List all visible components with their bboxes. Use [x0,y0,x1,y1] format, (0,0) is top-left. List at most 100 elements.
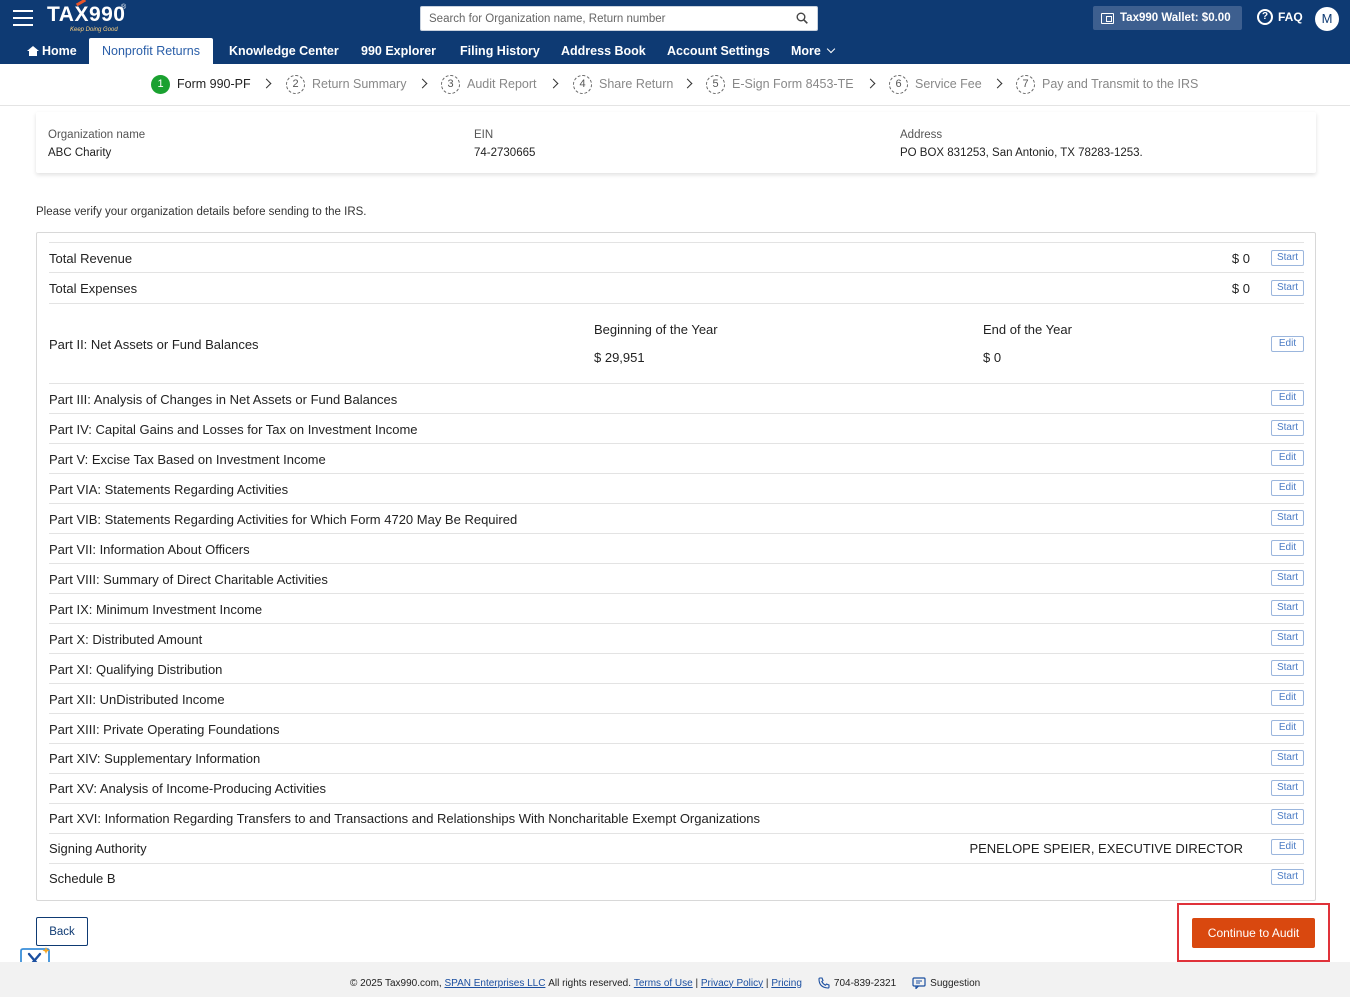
phone-number[interactable]: 704-839-2321 [834,978,896,989]
row-part-via: Part VIA: Statements Regarding Activitie… [49,474,1304,504]
row-part-iv: Part IV: Capital Gains and Losses for Ta… [49,414,1304,444]
nav-home[interactable]: Home [27,38,77,64]
row-part-vib: Part VIB: Statements Regarding Activitie… [49,504,1304,534]
wallet-button[interactable]: Tax990 Wallet: $0.00 [1093,6,1242,30]
progress-stepper: 1 Form 990-PF 2 Return Summary 3 Audit Repo… [0,64,1350,106]
pricing-link[interactable]: Pricing [771,978,802,989]
continue-to-audit-button[interactable]: Continue to Audit [1192,918,1315,948]
edit-button[interactable]: Edit [1271,540,1304,556]
home-icon [27,46,39,56]
wallet-label: Tax990 Wallet: $0.00 [1120,12,1231,24]
step-service-fee[interactable]: 6 Service Fee [889,74,982,94]
row-part-viii: Part VIII: Summary of Direct Charitable … [49,564,1304,594]
row-part-xii: Part XII: UnDistributed Income Edit [49,684,1304,714]
row-part-ix: Part IX: Minimum Investment Income Start [49,594,1304,624]
continue-highlight: Continue to Audit [1177,903,1330,962]
chevron-right-icon [682,78,693,89]
phone-icon [818,977,830,989]
nav-address-book[interactable]: Address Book [561,38,646,64]
nav-more[interactable]: More [791,38,836,64]
search-box [420,6,818,31]
start-button[interactable]: Start [1271,250,1304,266]
end-year-header: End of the Year [983,322,1072,337]
terms-link[interactable]: Terms of Use [634,978,693,989]
step-pay-transmit[interactable]: 7 Pay and Transmit to the IRS [1016,74,1198,94]
org-address-field: Address PO BOX 831253, San Antonio, TX 7… [900,129,1143,159]
faq-label: FAQ [1278,10,1303,24]
step-esign-8453te[interactable]: 5 E-Sign Form 8453-TE [706,74,854,94]
edit-button[interactable]: Edit [1271,839,1304,855]
search-icon[interactable] [796,12,808,24]
step-share-return[interactable]: 4 Share Return [573,74,673,94]
row-part-v: Part V: Excise Tax Based on Investment I… [49,444,1304,474]
nav-account-settings[interactable]: Account Settings [667,38,770,64]
row-part-xv: Part XV: Analysis of Income-Producing Ac… [49,774,1304,804]
start-button[interactable]: Start [1271,750,1304,766]
back-button[interactable]: Back [36,917,88,946]
row-part-x: Part X: Distributed Amount Start [49,624,1304,654]
edit-button[interactable]: Edit [1271,336,1304,352]
menu-icon[interactable] [13,10,33,26]
search-input[interactable] [421,7,781,30]
faq-button[interactable]: ? FAQ [1257,9,1303,25]
edit-button[interactable]: Edit [1271,720,1304,736]
verify-note: Please verify your organization details … [36,206,367,218]
chevron-down-icon [826,44,836,54]
chevron-right-icon [417,78,428,89]
end-year-value: $ 0 [983,350,1002,365]
main-nav: Home Nonprofit Returns Knowledge Center … [0,38,1350,64]
nav-990-explorer[interactable]: 990 Explorer [361,38,436,64]
org-ein-field: EIN 74-2730665 [474,129,536,159]
row-schedule-b: Schedule B Start [49,864,1304,894]
organization-card: Organization name ABC Charity EIN 74-273… [36,112,1316,173]
nav-knowledge-center[interactable]: Knowledge Center [229,38,339,64]
start-button[interactable]: Start [1271,809,1304,825]
row-part-xiii: Part XIII: Private Operating Foundations… [49,714,1304,744]
org-name-field: Organization name ABC Charity [48,129,146,159]
start-button[interactable]: Start [1271,510,1304,526]
step-form-990pf[interactable]: 1 Form 990-PF [151,74,251,94]
row-total-expenses: Total Expenses $ 0 Start [49,273,1304,304]
start-button[interactable]: Start [1271,600,1304,616]
start-button[interactable]: Start [1271,420,1304,436]
signing-authority-value: PENELOPE SPEIER, EXECUTIVE DIRECTOR [969,841,1243,856]
top-header: TAX990 ® Keep Doing Good Tax990 Wallet: … [0,0,1350,38]
suggestion-icon [912,977,926,989]
help-icon: ? [1257,9,1273,25]
start-button[interactable]: Start [1271,630,1304,646]
chevron-right-icon [261,78,272,89]
chevron-right-icon [992,78,1003,89]
avatar[interactable]: M [1315,7,1339,31]
form-parts-list: Total Revenue $ 0 Start Total Expenses $… [36,232,1316,901]
row-part-ii: Part II: Net Assets or Fund Balances Beg… [49,304,1304,384]
beginning-year-value: $ 29,951 [594,350,645,365]
nav-nonprofit-returns[interactable]: Nonprofit Returns [89,38,213,64]
chevron-right-icon [548,78,559,89]
wallet-icon [1101,12,1114,24]
step-audit-report[interactable]: 3 Audit Report [441,74,536,94]
nav-filing-history[interactable]: Filing History [460,38,540,64]
edit-button[interactable]: Edit [1271,480,1304,496]
start-button[interactable]: Start [1271,660,1304,676]
start-button[interactable]: Start [1271,869,1304,885]
footer: © 2025 Tax990.com, SPAN Enterprises LLC … [0,962,1350,997]
chevron-right-icon [865,78,876,89]
edit-button[interactable]: Edit [1271,690,1304,706]
start-button[interactable]: Start [1271,780,1304,796]
row-part-vii: Part VII: Information About Officers Edit [49,534,1304,564]
edit-button[interactable]: Edit [1271,450,1304,466]
suggestion-link[interactable]: Suggestion [930,978,980,989]
tax990-logo[interactable]: TAX990 ® Keep Doing Good [47,4,126,34]
edit-button[interactable]: Edit [1271,390,1304,406]
privacy-link[interactable]: Privacy Policy [701,978,763,989]
start-button[interactable]: Start [1271,280,1304,296]
start-button[interactable]: Start [1271,570,1304,586]
row-total-revenue: Total Revenue $ 0 Start [49,242,1304,273]
row-part-xvi: Part XVI: Information Regarding Transfer… [49,804,1304,834]
span-enterprises-link[interactable]: SPAN Enterprises LLC [444,978,545,989]
row-signing-authority: Signing Authority PENELOPE SPEIER, EXECU… [49,834,1304,864]
beginning-year-header: Beginning of the Year [594,322,718,337]
row-part-iii: Part III: Analysis of Changes in Net Ass… [49,384,1304,414]
row-part-xiv: Part XIV: Supplementary Information Start [49,744,1304,774]
step-return-summary[interactable]: 2 Return Summary [286,74,406,94]
